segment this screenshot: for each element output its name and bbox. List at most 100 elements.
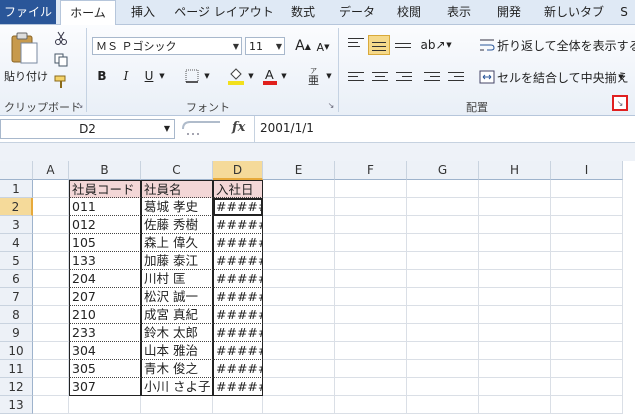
cell-d3[interactable]: ##### — [213, 216, 263, 234]
cell-h10[interactable] — [479, 342, 551, 360]
cell-d8[interactable]: ##### — [213, 306, 263, 324]
row-header-3[interactable]: 3 — [0, 216, 33, 234]
cell-g4[interactable] — [407, 234, 479, 252]
tab-new[interactable]: 新しいタブ — [536, 0, 612, 24]
cell-h1[interactable] — [479, 180, 551, 198]
cell-d11[interactable]: ##### — [213, 360, 263, 378]
cell-b5[interactable]: 133 — [69, 252, 141, 270]
cell-i3[interactable] — [551, 216, 623, 234]
cell-d1[interactable]: 入社日 — [213, 180, 263, 198]
cell-c11[interactable]: 青木 俊之 — [141, 360, 213, 378]
cell-f1[interactable] — [335, 180, 407, 198]
cell-e10[interactable] — [263, 342, 335, 360]
tab-review[interactable]: 校閲 — [386, 0, 432, 24]
cell-a1[interactable] — [33, 180, 69, 198]
column-header-c[interactable]: C — [141, 161, 213, 180]
cell-f4[interactable] — [335, 234, 407, 252]
cell-b3[interactable]: 012 — [69, 216, 141, 234]
clipboard-launcher-icon[interactable]: ↘ — [76, 100, 84, 110]
row-header-10[interactable]: 10 — [0, 342, 33, 360]
chevron-down-icon[interactable]: ▼ — [280, 71, 288, 81]
bold-button[interactable]: B — [93, 67, 111, 85]
paste-icon[interactable] — [6, 29, 42, 69]
cell-g8[interactable] — [407, 306, 479, 324]
tab-data[interactable]: データ — [332, 0, 382, 24]
align-center-icon[interactable] — [372, 69, 388, 83]
cell-a10[interactable] — [33, 342, 69, 360]
format-painter-icon[interactable] — [52, 73, 70, 91]
decrease-indent-icon[interactable] — [424, 69, 440, 83]
cell-f7[interactable] — [335, 288, 407, 306]
cell-g12[interactable] — [407, 378, 479, 396]
cell-a8[interactable] — [33, 306, 69, 324]
cell-d7[interactable]: ##### — [213, 288, 263, 306]
cell-c13[interactable] — [141, 396, 213, 414]
font-name-combo[interactable]: ＭＳ Ｐゴシック ▼ — [92, 37, 242, 55]
cell-g5[interactable] — [407, 252, 479, 270]
wrap-text-button[interactable]: 折り返して全体を表示する — [497, 35, 635, 55]
cell-b9[interactable]: 233 — [69, 324, 141, 342]
cell-b6[interactable]: 204 — [69, 270, 141, 288]
cell-a7[interactable] — [33, 288, 69, 306]
row-header-1[interactable]: 1 — [0, 180, 33, 198]
increase-indent-icon[interactable] — [448, 69, 464, 83]
cell-c1[interactable]: 社員名 — [141, 180, 213, 198]
insert-function-icon[interactable]: fx — [232, 120, 245, 135]
row-header-4[interactable]: 4 — [0, 234, 33, 252]
column-header-b[interactable]: B — [69, 161, 141, 180]
cell-f8[interactable] — [335, 306, 407, 324]
cell-h5[interactable] — [479, 252, 551, 270]
border-icon[interactable] — [183, 67, 201, 85]
cell-f13[interactable] — [335, 396, 407, 414]
cell-i6[interactable] — [551, 270, 623, 288]
cell-b2[interactable]: 011 — [69, 198, 141, 216]
cell-h4[interactable] — [479, 234, 551, 252]
cell-h11[interactable] — [479, 360, 551, 378]
cell-c10[interactable]: 山本 雅治 — [141, 342, 213, 360]
cell-a12[interactable] — [33, 378, 69, 396]
copy-icon[interactable] — [52, 51, 70, 69]
cell-f3[interactable] — [335, 216, 407, 234]
cell-i13[interactable] — [551, 396, 623, 414]
formula-bar-handle-icon[interactable] — [180, 119, 226, 139]
cell-i4[interactable] — [551, 234, 623, 252]
column-header-d[interactable]: D — [213, 161, 263, 180]
column-header-i[interactable]: I — [551, 161, 623, 180]
italic-button[interactable]: I — [117, 67, 135, 85]
cell-d12[interactable]: ##### — [213, 378, 263, 396]
column-header-h[interactable]: H — [479, 161, 551, 180]
cell-g6[interactable] — [407, 270, 479, 288]
cell-e4[interactable] — [263, 234, 335, 252]
cell-f6[interactable] — [335, 270, 407, 288]
cell-d13[interactable] — [213, 396, 263, 414]
cell-c12[interactable]: 小川 さよ子 — [141, 378, 213, 396]
cell-b4[interactable]: 105 — [69, 234, 141, 252]
cell-a3[interactable] — [33, 216, 69, 234]
cell-h8[interactable] — [479, 306, 551, 324]
font-size-combo[interactable]: 11 ▼ — [245, 37, 285, 55]
cell-e7[interactable] — [263, 288, 335, 306]
cell-e12[interactable] — [263, 378, 335, 396]
cell-a2[interactable] — [33, 198, 69, 216]
cell-b12[interactable]: 307 — [69, 378, 141, 396]
cell-g10[interactable] — [407, 342, 479, 360]
grow-font-button[interactable]: A ▲ — [295, 37, 311, 55]
row-header-8[interactable]: 8 — [0, 306, 33, 324]
row-header-6[interactable]: 6 — [0, 270, 33, 288]
cell-d10[interactable]: ##### — [213, 342, 263, 360]
tab-home[interactable]: ホーム — [60, 0, 116, 26]
cell-i12[interactable] — [551, 378, 623, 396]
formula-value[interactable]: 2001/1/1 — [260, 121, 314, 135]
row-header-11[interactable]: 11 — [0, 360, 33, 378]
cell-a11[interactable] — [33, 360, 69, 378]
cell-f12[interactable] — [335, 378, 407, 396]
shrink-font-button[interactable]: A ▼ — [315, 39, 331, 55]
chevron-down-icon[interactable]: ▼ — [203, 71, 211, 81]
cell-f9[interactable] — [335, 324, 407, 342]
merge-center-button[interactable]: セルを結合して中央揃え — [497, 67, 629, 87]
column-header-e[interactable]: E — [263, 161, 335, 180]
cell-e13[interactable] — [263, 396, 335, 414]
cell-d5[interactable]: ##### — [213, 252, 263, 270]
orientation-icon[interactable]: ab↗ — [420, 35, 445, 55]
cell-g11[interactable] — [407, 360, 479, 378]
